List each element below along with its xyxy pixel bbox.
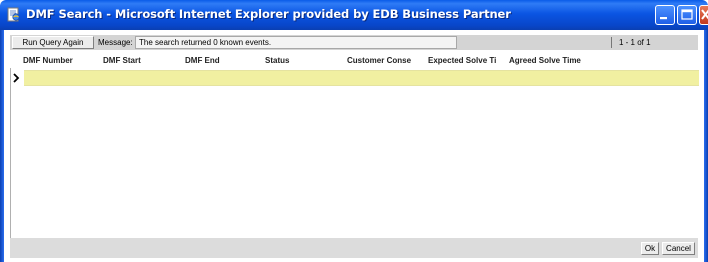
maximize-button[interactable]	[677, 5, 697, 25]
cancel-button[interactable]: Cancel	[662, 242, 695, 255]
chevron-right-icon	[13, 73, 20, 83]
window-frame-right	[704, 30, 708, 262]
dmf-search-dialog: Run Query Again Message: The search retu…	[4, 30, 704, 262]
title-bar: DMF Search - Microsoft Internet Explorer…	[0, 0, 708, 30]
column-header-dmf-start[interactable]: DMF Start	[103, 56, 179, 65]
minimize-icon	[660, 17, 667, 20]
close-icon	[701, 9, 708, 20]
results-grid	[10, 68, 699, 238]
run-query-again-button[interactable]: Run Query Again	[12, 36, 94, 49]
table-row[interactable]	[24, 70, 699, 86]
current-row-indicator	[11, 70, 23, 86]
dialog-footer: Ok Cancel	[10, 238, 698, 258]
ie-page-icon	[7, 7, 21, 22]
pager-separator	[611, 37, 612, 48]
ok-button[interactable]: Ok	[641, 242, 659, 255]
table-header: DMF Number DMF Start DMF End Status Cust…	[10, 54, 698, 68]
minimize-button[interactable]	[655, 5, 675, 25]
column-header-dmf-end[interactable]: DMF End	[185, 56, 259, 65]
column-header-status[interactable]: Status	[265, 56, 343, 65]
message-field: The search returned 0 known events.	[135, 36, 457, 49]
column-header-customer-consent[interactable]: Customer Conse	[347, 56, 425, 65]
query-toolbar: Run Query Again Message: The search retu…	[10, 35, 698, 50]
column-header-agreed-solve-time[interactable]: Agreed Solve Time	[509, 56, 609, 65]
close-button[interactable]	[699, 5, 708, 25]
window-title: DMF Search - Microsoft Internet Explorer…	[26, 7, 511, 21]
column-header-dmf-number[interactable]: DMF Number	[23, 56, 97, 65]
column-header-expected-solve-time[interactable]: Expected Solve Ti	[428, 56, 508, 65]
pager-range: 1 - 1 of 1	[619, 38, 651, 47]
maximize-icon	[681, 9, 693, 20]
pager: 1 - 1 of 1	[611, 36, 691, 49]
message-label: Message:	[98, 38, 133, 47]
